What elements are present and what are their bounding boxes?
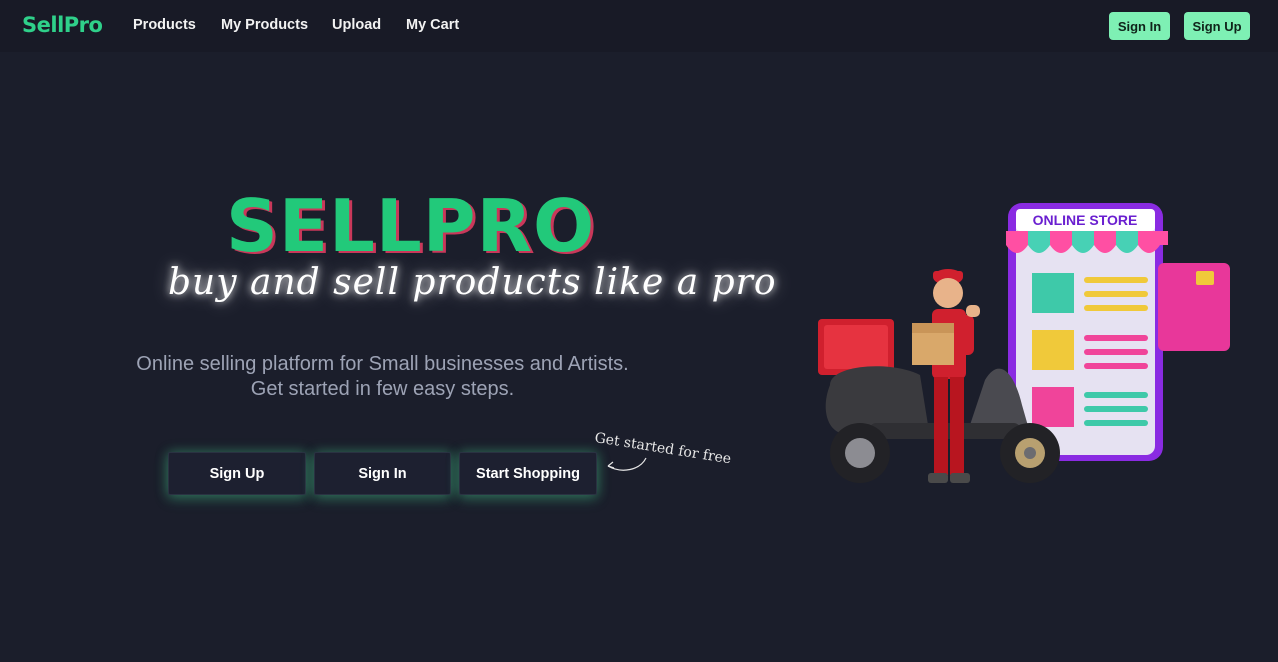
credit-card <box>1158 263 1230 351</box>
nav-link-products[interactable]: Products <box>133 17 196 33</box>
start-shopping-button[interactable]: Start Shopping <box>459 452 597 495</box>
hero-description-line-1: Online selling platform for Small busine… <box>136 353 629 375</box>
curved-arrow-icon <box>607 457 647 471</box>
hero-tagline: buy and sell products like a pro <box>168 262 777 303</box>
hero-sign-in-button[interactable]: Sign In <box>314 452 451 495</box>
brand-logo[interactable]: SellPro <box>22 13 103 37</box>
delivery-illustration: ONLINE STORE <box>818 203 1230 483</box>
navbar: SellPro Products My Products Upload My C… <box>0 0 1278 52</box>
store-sign-text: ONLINE STORE <box>1033 212 1138 228</box>
nav-sign-up-button[interactable]: Sign Up <box>1184 12 1250 40</box>
hero-sign-up-button[interactable]: Sign Up <box>168 452 306 495</box>
delivery-man <box>912 269 980 483</box>
hero-description: Online selling platform for Small busine… <box>100 352 665 402</box>
nav-link-my-cart[interactable]: My Cart <box>406 17 459 33</box>
nav-link-upload[interactable]: Upload <box>332 17 381 33</box>
nav-link-my-products[interactable]: My Products <box>221 17 308 33</box>
hero-title: SELLPRO <box>226 184 596 268</box>
nav-sign-in-button[interactable]: Sign In <box>1109 12 1170 40</box>
hero-description-line-2: Get started in few easy steps. <box>250 378 515 400</box>
